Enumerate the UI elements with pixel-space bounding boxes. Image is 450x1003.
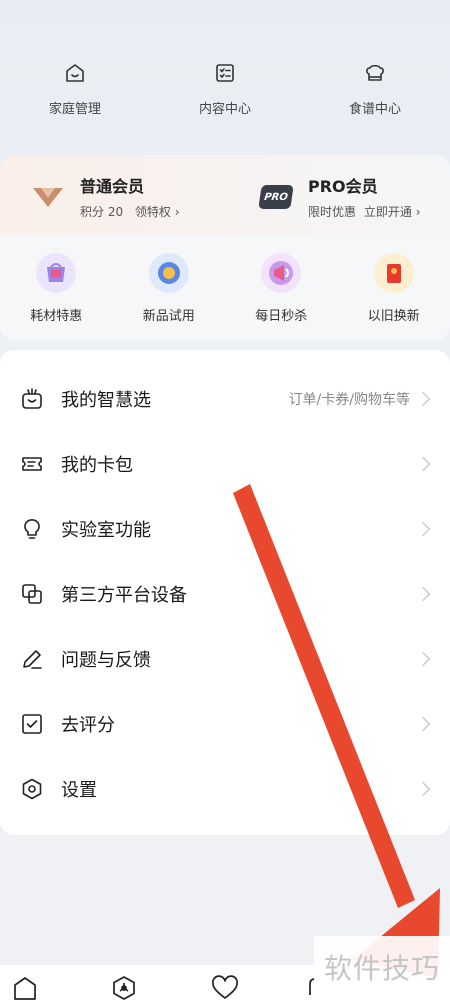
link-devices-icon — [20, 582, 44, 606]
open-now-link[interactable]: 立即开通 — [364, 205, 412, 219]
pro-member-sub: 限时优惠 立即开通 › — [308, 203, 421, 220]
chevron-right-icon — [415, 716, 431, 731]
menu-item-feedback[interactable]: 问题与反馈 — [0, 626, 450, 691]
trade-in-icon — [373, 253, 414, 293]
checkbox-icon — [20, 712, 44, 736]
pencil-icon — [20, 647, 44, 671]
content-center-button[interactable]: 内容中心 — [165, 60, 285, 130]
chevron-right-icon — [415, 586, 431, 601]
perk-trade-in[interactable]: 以旧换新 — [344, 253, 444, 324]
perk-flash-sale[interactable]: 每日秒杀 — [231, 253, 331, 324]
lightbulb-icon — [20, 517, 44, 541]
perk-consumables[interactable]: 耗材特惠 — [6, 253, 106, 324]
heart-icon[interactable] — [211, 975, 238, 1001]
chevron-right-icon — [415, 456, 431, 471]
menu-item-third-party-devices[interactable]: 第三方平台设备 — [0, 561, 450, 626]
card-wallet-icon — [20, 452, 44, 476]
top-actions: 家庭管理 内容中心 食谱中心 — [0, 60, 450, 130]
menu-item-label: 我的智慧选 — [61, 389, 151, 411]
menu-item-label: 去评分 — [61, 714, 115, 736]
shopping-bag-icon — [20, 387, 44, 411]
normal-member-sub: 积分 20 领特权 › — [80, 203, 180, 220]
perk-label: 以旧换新 — [367, 309, 420, 324]
member-badge-icon — [30, 183, 66, 211]
normal-member-title: 普通会员 — [80, 177, 145, 196]
perk-label: 每日秒杀 — [255, 309, 308, 324]
home-icon — [62, 60, 88, 86]
pro-member-title: PRO会员 — [308, 177, 378, 196]
pro-badge-wrap: PRO — [258, 183, 294, 211]
menu-list: 我的智慧选 订单/卡券/购物车等 我的卡包 实验室功能 第三方平台设备 问题与反… — [0, 350, 450, 835]
points-text: 积分 20 — [80, 205, 124, 219]
perk-label: 耗材特惠 — [30, 309, 83, 324]
menu-item-settings[interactable]: 设置 — [0, 756, 450, 821]
normal-member-entry[interactable]: 普通会员 积分 20 领特权 › — [30, 173, 180, 220]
new-product-icon — [148, 253, 189, 293]
menu-item-rate[interactable]: 去评分 — [0, 691, 450, 756]
menu-item-label: 第三方平台设备 — [61, 584, 187, 606]
home-icon[interactable] — [12, 975, 38, 1001]
pro-badge-icon: PRO — [258, 184, 294, 209]
menu-item-label: 我的卡包 — [61, 454, 133, 476]
perk-new-product[interactable]: 新品试用 — [119, 253, 219, 324]
menu-item-label: 问题与反馈 — [61, 649, 151, 671]
chevron-right-icon — [415, 391, 431, 406]
menu-item-card-wallet[interactable]: 我的卡包 — [0, 431, 450, 496]
chef-hat-icon — [362, 60, 388, 86]
chevron-right-icon — [415, 651, 431, 666]
smart-hexagon-icon[interactable] — [111, 975, 137, 1001]
membership-card: 普通会员 积分 20 领特权 › PRO PRO会员 限时优惠 立即开通 › 耗… — [0, 155, 450, 340]
flash-sale-icon — [261, 253, 302, 293]
privileges-link[interactable]: 领特权 — [135, 205, 171, 219]
watermark-text: 软件技巧 — [323, 952, 440, 985]
chevron-right-icon: › — [415, 205, 421, 219]
family-management-button[interactable]: 家庭管理 — [15, 60, 135, 130]
perk-label: 新品试用 — [142, 309, 195, 324]
promo-text: 限时优惠 — [308, 205, 357, 219]
perks-row: 耗材特惠 新品试用 每日秒杀 以旧换新 — [0, 253, 450, 324]
checklist-icon — [212, 60, 238, 86]
top-action-label: 内容中心 — [198, 102, 251, 117]
chevron-right-icon — [415, 781, 431, 796]
recipe-center-button[interactable]: 食谱中心 — [315, 60, 435, 130]
menu-item-extra: 订单/卡券/购物车等 — [288, 391, 410, 408]
watermark: 软件技巧 — [314, 936, 450, 1003]
chevron-right-icon: › — [174, 205, 180, 219]
consumables-icon — [36, 253, 77, 293]
top-action-label: 家庭管理 — [48, 102, 101, 117]
chevron-right-icon — [415, 521, 431, 536]
menu-item-lab-features[interactable]: 实验室功能 — [0, 496, 450, 561]
hexagon-settings-icon — [20, 777, 44, 801]
pro-member-entry[interactable]: PRO PRO会员 限时优惠 立即开通 › — [258, 173, 421, 220]
menu-item-label: 设置 — [61, 779, 97, 801]
top-action-label: 食谱中心 — [348, 102, 401, 117]
menu-item-smart-choice[interactable]: 我的智慧选 订单/卡券/购物车等 — [0, 366, 450, 431]
menu-item-label: 实验室功能 — [61, 519, 151, 541]
